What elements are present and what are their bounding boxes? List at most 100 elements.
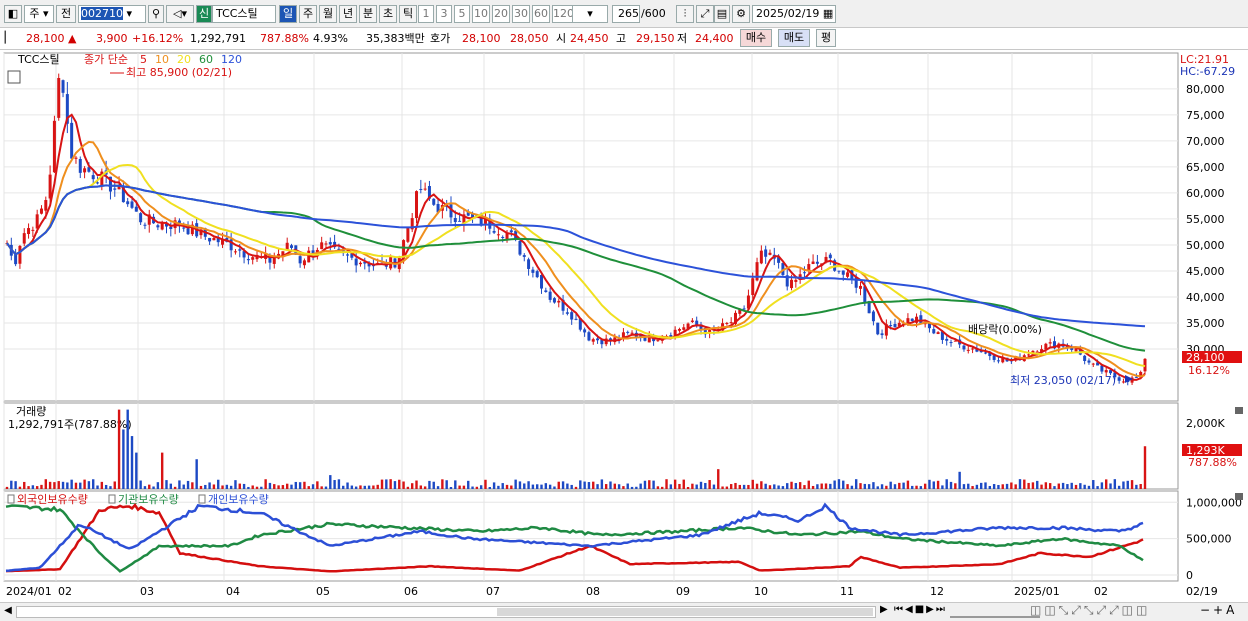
volume-bar-132 (574, 486, 578, 489)
date-input[interactable]: 2025/02/19 ▦ (752, 5, 836, 23)
candle-body-168 (729, 322, 733, 324)
interval-10[interactable]: 10 (472, 5, 490, 23)
volume-bar-29 (130, 436, 134, 489)
volume-bar-95 (415, 480, 418, 489)
price-tick-0: 80,000 (1186, 83, 1225, 96)
volume-bar-210 (911, 485, 914, 489)
candle-body-239 (1035, 351, 1039, 353)
layout-icon[interactable]: ◧ (4, 5, 22, 23)
tab-4[interactable]: 분 (359, 5, 377, 23)
volume-close-icon (1235, 407, 1243, 414)
volume-bar-222 (962, 484, 966, 489)
volume-bar-175 (760, 481, 763, 489)
tab-1[interactable]: 주 (299, 5, 317, 23)
volume-bar-57 (251, 485, 254, 489)
prev-button[interactable]: 전 (56, 5, 76, 23)
volume-bar-84 (367, 485, 371, 489)
candle-body-127 (552, 298, 556, 303)
volume-bar-134 (583, 481, 586, 489)
chart-area[interactable]: 80,000 75,000 70,000 65,000 60,000 55,000 50,0… (0, 51, 1248, 602)
volume-bar-152 (661, 486, 664, 489)
interval-120[interactable]: 120 (552, 5, 574, 23)
nav-buttons-icon[interactable]: ⏮◀■▶⏭ (894, 604, 947, 615)
zoom-slider[interactable] (950, 604, 1040, 618)
bid-price: 28,050 (510, 32, 549, 45)
volume-bar-63 (277, 485, 280, 489)
candle-body-9 (44, 200, 48, 211)
scroll-left-icon[interactable]: ◀ (2, 605, 14, 619)
scrollbar-thumb[interactable] (497, 608, 873, 616)
candle-body-185 (802, 272, 806, 274)
candle-body-122 (531, 269, 535, 273)
draw-icon[interactable]: ⤢ (696, 5, 714, 23)
volume-bar-146 (635, 486, 638, 489)
high-label: 고 (616, 32, 627, 45)
volume-bar-145 (630, 486, 634, 489)
interval-60[interactable]: 60 (532, 5, 550, 23)
zoom-icons[interactable]: −+A (1200, 603, 1237, 617)
interval-select[interactable]: ▾ (572, 5, 608, 23)
volume-bar-5 (27, 486, 30, 489)
interval-30[interactable]: 30 (512, 5, 530, 23)
eval-button[interactable]: 평 (816, 29, 836, 47)
sell-button[interactable]: 매도 (778, 29, 810, 47)
volume-bar-49 (217, 479, 220, 489)
tab-2[interactable]: 월 (319, 5, 337, 23)
volume-bar-42 (186, 480, 190, 489)
volume-bar-18 (83, 479, 86, 489)
candle-body-201 (871, 311, 875, 322)
volume-bar-143 (622, 486, 625, 489)
scroll-right-icon[interactable]: ▶ (880, 604, 888, 615)
volume-bar-118 (514, 479, 517, 489)
period-type-select[interactable]: 주 ▾ (24, 5, 54, 23)
candle-body-218 (945, 338, 949, 341)
speaker-icon[interactable]: ◁▾ (166, 5, 194, 23)
candle-body-97 (423, 188, 427, 190)
candle-body-16 (74, 157, 78, 159)
gear-icon[interactable]: ⚙ (732, 5, 750, 23)
volume-bar-157 (682, 479, 685, 489)
candle-body-123 (535, 271, 539, 278)
volume-bar-98 (428, 480, 431, 489)
candle-body-151 (656, 340, 660, 342)
info-toggle-icon[interactable]: ▏ (4, 30, 14, 48)
interval-5[interactable]: 5 (454, 5, 470, 23)
volume-bar-249 (1079, 483, 1082, 489)
candle-body-125 (544, 290, 548, 292)
volume-bar-32 (143, 486, 147, 489)
volume-bar-220 (954, 483, 957, 489)
tab-3[interactable]: 년 (339, 5, 357, 23)
volume-bar-12 (57, 481, 60, 489)
volume-bar-46 (204, 484, 207, 489)
volume-bar-172 (747, 484, 750, 489)
candle-body-210 (910, 318, 914, 321)
interval-1[interactable]: 1 (418, 5, 434, 23)
candle-body-11 (52, 120, 56, 173)
code-input[interactable]: 002710 ▾ (78, 5, 146, 23)
x-label-4: 05 (316, 585, 330, 598)
tool-icons[interactable]: ◫◫⤡⤢⤡⤢⤢◫◫ (1030, 603, 1150, 618)
volume-bar-105 (458, 485, 461, 489)
volume-bar-248 (1074, 484, 1078, 489)
volume-bar-204 (885, 485, 888, 489)
scrollbar-track[interactable] (16, 606, 876, 618)
change: 3,900 (96, 32, 128, 45)
tab-6[interactable]: 틱 (399, 5, 417, 23)
volume-bar-141 (613, 483, 616, 489)
tab-5[interactable]: 초 (379, 5, 397, 23)
candle-body-134 (583, 329, 587, 333)
save-icon[interactable]: ▤ (714, 5, 730, 23)
volume-bar-91 (398, 479, 401, 489)
interval-20[interactable]: 20 (492, 5, 510, 23)
candle-icon[interactable]: ⫶ (676, 5, 694, 23)
volume-bar-33 (148, 484, 151, 489)
volume-bar-213 (923, 483, 927, 489)
volume-bar-263 (1139, 484, 1142, 489)
tab-0[interactable]: 일 (279, 5, 297, 23)
search-icon[interactable]: ⚲ (148, 5, 164, 23)
interval-3[interactable]: 3 (436, 5, 452, 23)
candle-body-176 (764, 249, 768, 257)
count-input[interactable]: 265 (612, 5, 640, 23)
buy-button[interactable]: 매수 (740, 29, 772, 47)
x-label-12: 2025/01 (1014, 585, 1060, 598)
